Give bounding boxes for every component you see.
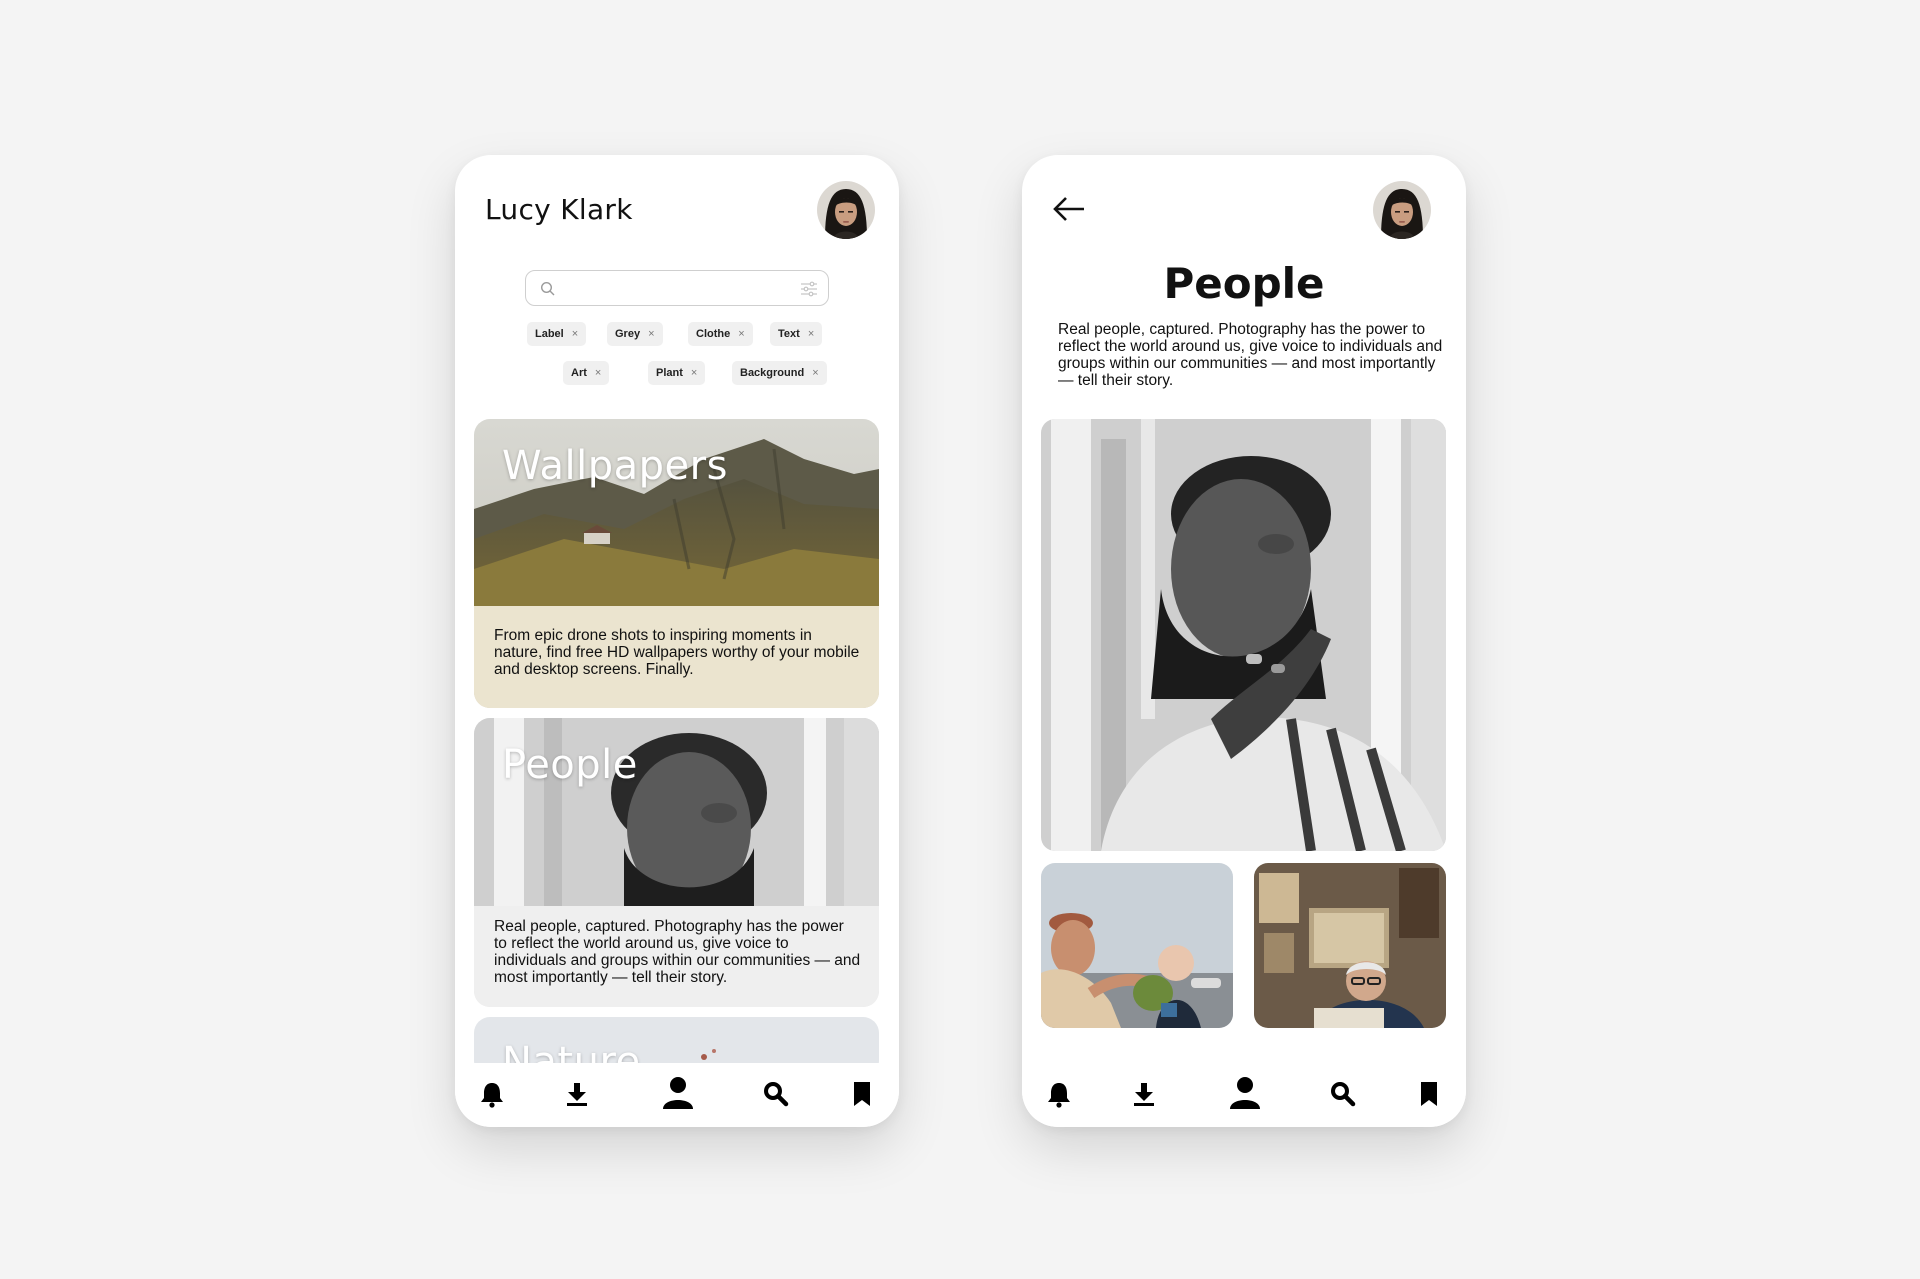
old-man-reading-image <box>1254 863 1446 1028</box>
user-name: Lucy Klark <box>485 193 633 226</box>
bell-icon[interactable] <box>1044 1079 1074 1109</box>
tag-remove-icon[interactable]: × <box>572 328 578 340</box>
photo-thumbnail[interactable] <box>1041 863 1233 1028</box>
portrait-man-image <box>1041 419 1446 851</box>
bottom-nav <box>455 1063 899 1127</box>
search-icon[interactable] <box>1328 1079 1358 1109</box>
tag-label: Label <box>535 328 564 340</box>
tag-label: Grey <box>615 328 641 340</box>
tag-chip[interactable]: Label × <box>527 322 587 346</box>
arrow-left-icon[interactable] <box>1052 195 1086 223</box>
photo-thumbnail[interactable] <box>1254 863 1446 1028</box>
user-avatar-icon[interactable] <box>1373 181 1431 239</box>
download-icon[interactable] <box>1129 1079 1159 1109</box>
bottom-nav <box>1022 1063 1466 1127</box>
tag-chip[interactable]: Plant × <box>648 361 706 385</box>
profile-icon[interactable] <box>1228 1075 1262 1111</box>
category-detail-screen: People Real people, captured. Photograph… <box>1022 155 1466 1127</box>
user-avatar-icon[interactable] <box>817 181 875 239</box>
tag-label: Plant <box>656 367 683 379</box>
tag-remove-icon[interactable]: × <box>812 367 818 379</box>
bookmark-icon[interactable] <box>847 1079 877 1109</box>
tag-remove-icon[interactable]: × <box>738 328 744 340</box>
tag-remove-icon[interactable]: × <box>808 328 814 340</box>
bell-icon[interactable] <box>477 1079 507 1109</box>
search-icon <box>540 281 555 296</box>
profile-icon[interactable] <box>661 1075 695 1111</box>
photo-main[interactable] <box>1041 419 1446 851</box>
tag-label: Clothe <box>696 328 731 340</box>
home-screen: Lucy Klark Label × Grey × Clothe × Text … <box>455 155 899 1127</box>
search-bar <box>525 270 829 306</box>
tag-chip[interactable]: Clothe × <box>688 322 753 346</box>
page-title: People <box>1163 259 1325 308</box>
tag-remove-icon[interactable]: × <box>691 367 697 379</box>
filter-sliders-icon[interactable] <box>800 281 818 297</box>
card-title: Wallpapers <box>502 443 728 489</box>
category-card-people[interactable]: People Real people, captured. Photograph… <box>474 718 879 1007</box>
tag-chip[interactable]: Background × <box>732 361 827 385</box>
tag-remove-icon[interactable]: × <box>648 328 654 340</box>
bookmark-icon[interactable] <box>1414 1079 1444 1109</box>
tag-remove-icon[interactable]: × <box>595 367 601 379</box>
card-title: People <box>502 742 638 788</box>
tag-label: Text <box>778 328 800 340</box>
father-child-image <box>1041 863 1233 1028</box>
tag-label: Background <box>740 367 805 379</box>
card-description: From epic drone shots to inspiring momen… <box>494 627 860 678</box>
tag-label: Art <box>571 367 587 379</box>
download-icon[interactable] <box>562 1079 592 1109</box>
tag-chip[interactable]: Grey × <box>607 322 663 346</box>
card-description: Real people, captured. Photography has t… <box>494 918 861 986</box>
page-description: Real people, captured. Photography has t… <box>1058 321 1443 389</box>
tag-chip[interactable]: Art × <box>563 361 610 385</box>
category-card-wallpapers[interactable]: Wallpapers From epic drone shots to insp… <box>474 419 879 708</box>
search-input[interactable] <box>562 275 782 301</box>
tag-chip[interactable]: Text × <box>770 322 823 346</box>
search-icon[interactable] <box>761 1079 791 1109</box>
